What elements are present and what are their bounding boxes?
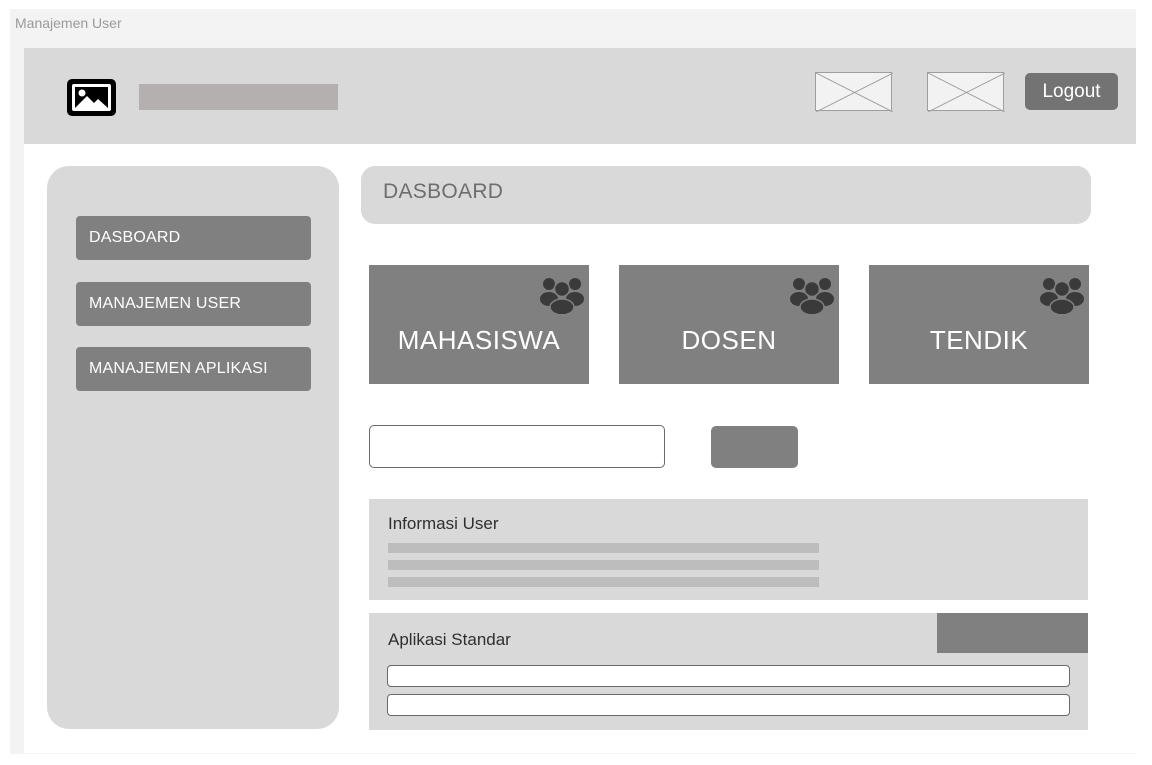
- users-icon: [1037, 272, 1087, 319]
- card-label: TENDIK: [929, 325, 1029, 355]
- card-label: MAHASISWA: [397, 325, 561, 355]
- users-icon: [537, 272, 587, 319]
- users-icon: [787, 272, 837, 319]
- search-input[interactable]: [369, 425, 665, 468]
- info-user-title: Informasi User: [388, 514, 499, 533]
- header-placeholder-image-1[interactable]: [815, 72, 893, 112]
- info-text-line: [388, 577, 819, 587]
- sidebar-item-manajemen-aplikasi[interactable]: MANAJEMEN APLIKASI: [76, 347, 311, 391]
- page-title: DASBOARD: [383, 180, 504, 203]
- sidebar-item-dasboard[interactable]: DASBOARD: [76, 216, 311, 260]
- aplikasi-field[interactable]: [387, 665, 1070, 687]
- card-label: DOSEN: [681, 325, 777, 355]
- info-text-line: [388, 543, 819, 553]
- image-icon[interactable]: [67, 79, 116, 116]
- card-mahasiswa[interactable]: MAHASISWA: [369, 265, 589, 384]
- card-tendik[interactable]: TENDIK: [869, 265, 1089, 384]
- sidebar-item-manajemen-user[interactable]: MANAJEMEN USER: [76, 282, 311, 326]
- app-title-placeholder: [139, 84, 338, 110]
- aplikasi-standar-title: Aplikasi Standar: [388, 630, 511, 649]
- info-text-line: [388, 560, 819, 570]
- header-placeholder-image-2[interactable]: [927, 72, 1005, 112]
- card-dosen[interactable]: DOSEN: [619, 265, 839, 384]
- search-button[interactable]: [711, 426, 798, 468]
- aplikasi-field[interactable]: [387, 694, 1070, 716]
- aplikasi-action-button[interactable]: [937, 613, 1088, 653]
- logout-button[interactable]: Logout: [1025, 73, 1118, 110]
- window-title: Manajemen User: [15, 15, 122, 31]
